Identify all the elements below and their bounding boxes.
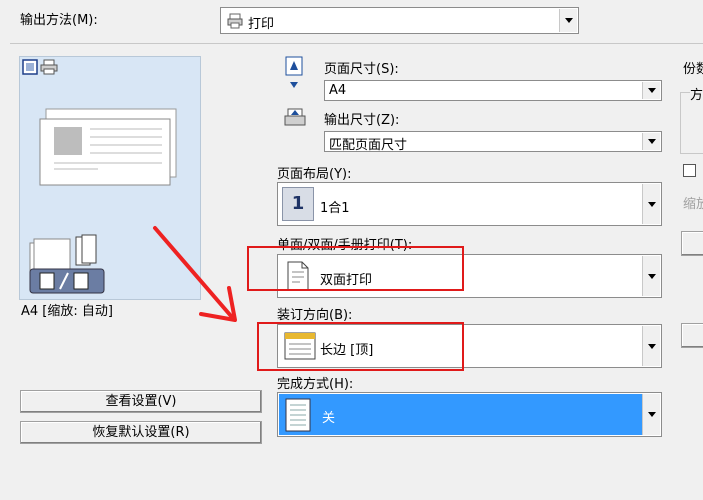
printer-icon bbox=[227, 13, 243, 33]
page-layout-select[interactable]: 1 1合1 bbox=[277, 182, 662, 226]
page-size-select[interactable]: A4 bbox=[324, 80, 662, 101]
output-size-value: 匹配页面尺寸 bbox=[329, 138, 408, 153]
chevron-down-icon[interactable] bbox=[642, 82, 660, 99]
output-size-label: 输出尺寸(Z): bbox=[324, 113, 400, 128]
finishing-select[interactable]: 关 bbox=[277, 392, 662, 437]
chevron-down-icon[interactable] bbox=[559, 9, 577, 32]
page-preview-image bbox=[39, 108, 177, 186]
page-size-value: A4 bbox=[329, 83, 347, 98]
view-settings-button[interactable]: 查看设置(V) bbox=[20, 390, 262, 413]
output-method-label: 输出方法(M): bbox=[20, 13, 98, 28]
one-in-one-icon: 1 bbox=[282, 187, 314, 221]
chevron-down-icon[interactable] bbox=[642, 256, 660, 296]
page-size-icon bbox=[284, 56, 304, 96]
preview-caption: A4 [缩放: 自动] bbox=[21, 304, 113, 319]
binding-highlight-box bbox=[257, 322, 464, 371]
printer-view-icon[interactable] bbox=[40, 59, 58, 79]
chevron-down-icon[interactable] bbox=[642, 394, 660, 435]
finishing-value: 关 bbox=[322, 411, 336, 426]
right-group-label: 方 bbox=[690, 84, 703, 103]
page-size-label: 页面尺寸(S): bbox=[324, 62, 399, 77]
duplex-stack-icon bbox=[29, 234, 105, 294]
output-method-value: 打印 bbox=[248, 17, 275, 32]
copies-label: 份数 bbox=[683, 62, 703, 77]
duplex-highlight-box bbox=[247, 246, 464, 291]
annotation-arrow-icon bbox=[153, 226, 237, 322]
page-layout-value: 1合1 bbox=[320, 201, 350, 216]
output-size-icon bbox=[284, 108, 306, 134]
output-method-select[interactable]: 打印 bbox=[220, 7, 579, 34]
binding-label: 装订方向(B): bbox=[277, 308, 353, 323]
chevron-down-icon[interactable] bbox=[642, 133, 660, 150]
restore-defaults-button[interactable]: 恢复默认设置(R) bbox=[20, 421, 262, 444]
page-view-icon[interactable] bbox=[22, 59, 38, 79]
chevron-down-icon[interactable] bbox=[642, 326, 660, 366]
finishing-page-icon bbox=[284, 398, 312, 436]
finishing-label: 完成方式(H): bbox=[277, 377, 354, 392]
separator bbox=[10, 43, 703, 44]
right-button-1[interactable] bbox=[681, 231, 703, 256]
output-size-select[interactable]: 匹配页面尺寸 bbox=[324, 131, 662, 153]
right-button-2[interactable] bbox=[681, 323, 703, 348]
right-checkbox[interactable] bbox=[683, 164, 696, 177]
page-layout-label: 页面布局(Y): bbox=[277, 167, 352, 182]
chevron-down-icon[interactable] bbox=[642, 184, 660, 224]
zoom-label: 缩放 bbox=[683, 197, 703, 212]
